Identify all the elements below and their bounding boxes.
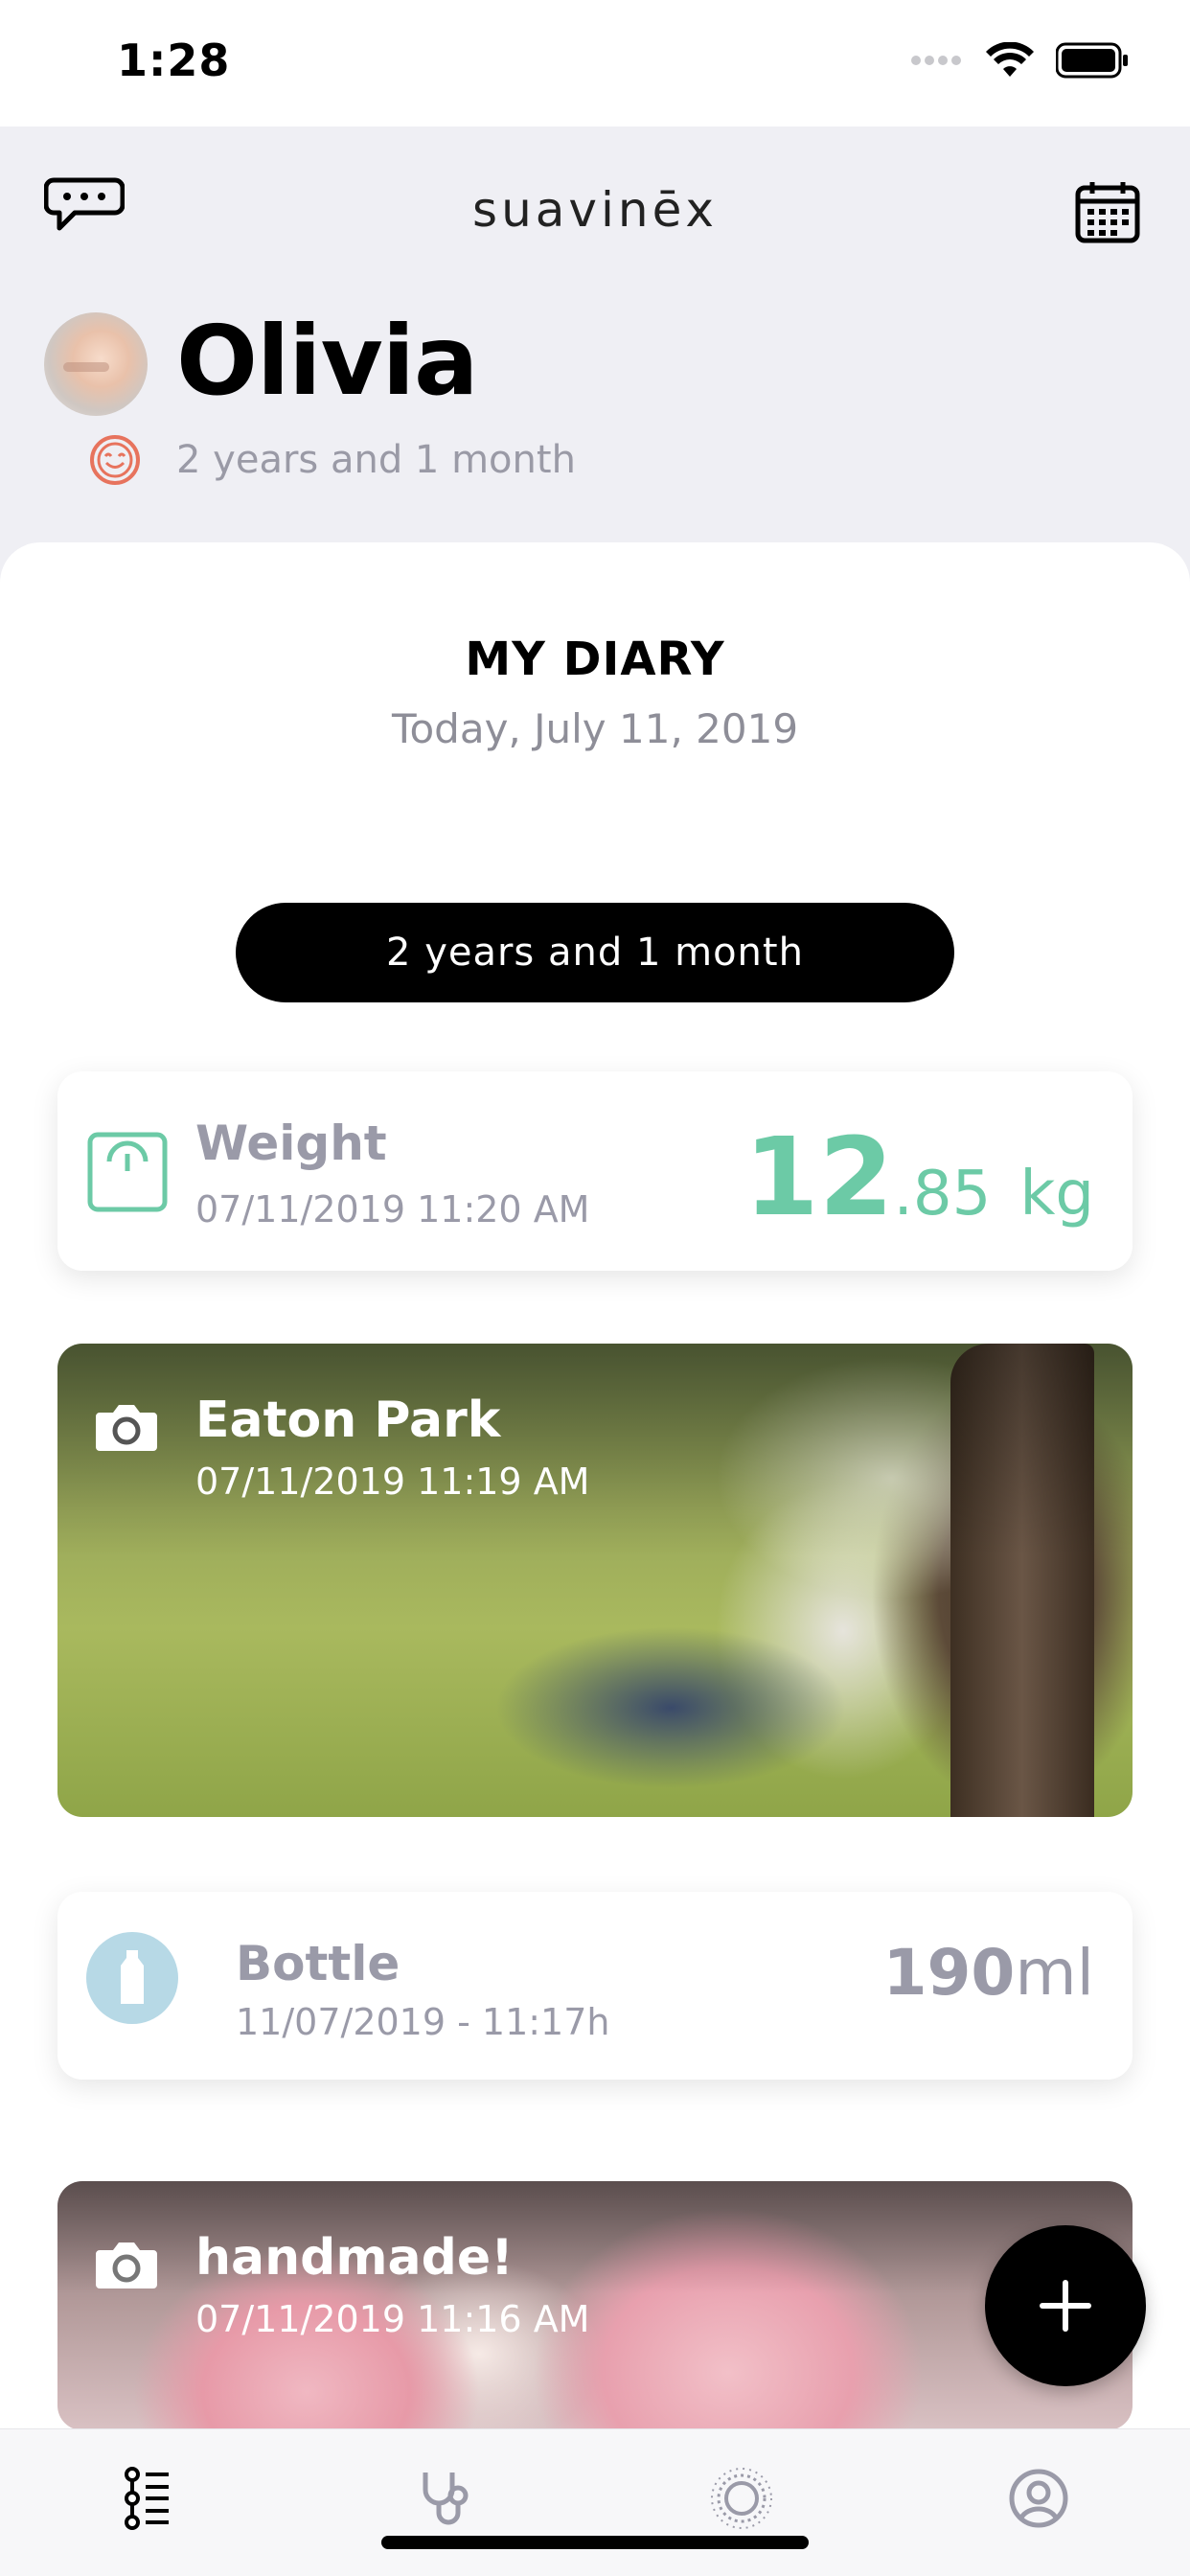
calendar-icon [1075, 182, 1140, 243]
camera-icon [94, 2239, 159, 2294]
tab-bar [0, 2428, 1190, 2576]
photo-datetime: 07/11/2019 11:19 AM [195, 1460, 590, 1503]
tab-timeline[interactable] [109, 2460, 186, 2537]
home-indicator [381, 2536, 809, 2549]
bottle-amount: 190 [882, 1936, 1016, 2010]
profile-name: Olivia [176, 305, 479, 417]
diary-date: Today, July 11, 2019 [391, 705, 799, 752]
smiley-icon [90, 435, 140, 485]
app-header: suavinēx [0, 126, 1190, 251]
add-entry-button[interactable] [985, 2225, 1146, 2386]
bottle-value: 190 ml [883, 1936, 1094, 2010]
weight-value-dec: .85 [893, 1159, 992, 1230]
bottle-entry-card[interactable]: Bottle 11/07/2019 - 11:17h 190 ml [57, 1892, 1133, 2080]
weight-value: 12 .85 kg [744, 1116, 1094, 1240]
sun-icon [711, 2468, 772, 2529]
photo-entry-card[interactable]: Eaton Park 07/11/2019 11:19 AM [57, 1344, 1133, 1817]
bottle-title: Bottle [236, 1936, 400, 1991]
battery-icon [1056, 42, 1128, 79]
tab-development[interactable] [703, 2460, 780, 2537]
status-icons [910, 42, 1129, 79]
weight-datetime: 07/11/2019 11:20 AM [195, 1188, 590, 1230]
brand-logo: suavinēx [472, 182, 718, 238]
camera-icon [94, 1401, 159, 1457]
photo-datetime: 07/11/2019 11:16 AM [195, 2298, 590, 2340]
timeline-icon [125, 2467, 169, 2530]
age-pill[interactable]: 2 years and 1 month [236, 903, 954, 1002]
calendar-button[interactable] [1075, 180, 1140, 247]
plus-icon [1040, 2280, 1091, 2332]
age-row: 2 years and 1 month [88, 433, 576, 487]
photo-title: Eaton Park [195, 1392, 501, 1449]
photo-title: handmade! [195, 2229, 514, 2287]
status-bar: 1:28 [0, 0, 1190, 126]
weight-unit: kg [1019, 1159, 1094, 1230]
tab-profile[interactable] [1000, 2460, 1077, 2537]
stethoscope-icon [423, 2472, 469, 2525]
tab-health[interactable] [406, 2460, 483, 2537]
signal-icon [911, 56, 961, 65]
status-time: 1:28 [117, 34, 231, 86]
bottle-icon [86, 1932, 178, 2024]
weight-entry-card[interactable]: Weight 07/11/2019 11:20 AM 12 .85 kg [57, 1071, 1133, 1271]
weight-value-int: 12 [744, 1116, 894, 1240]
scale-icon [86, 1131, 169, 1217]
bottle-unit: ml [1015, 1936, 1094, 2010]
app-screen: 1:28 suavinēx Olivia 2 years and 1 month… [0, 0, 1190, 2576]
profile-age: 2 years and 1 month [176, 438, 576, 482]
photo-entry-card[interactable]: handmade! 07/11/2019 11:16 AM [57, 2181, 1133, 2430]
wifi-icon [986, 42, 1034, 77]
diary-title: MY DIARY [465, 632, 725, 686]
bottle-datetime: 11/07/2019 - 11:17h [236, 2001, 610, 2043]
profile-icon [1009, 2469, 1068, 2528]
weight-title: Weight [195, 1116, 387, 1171]
avatar[interactable] [44, 312, 148, 416]
